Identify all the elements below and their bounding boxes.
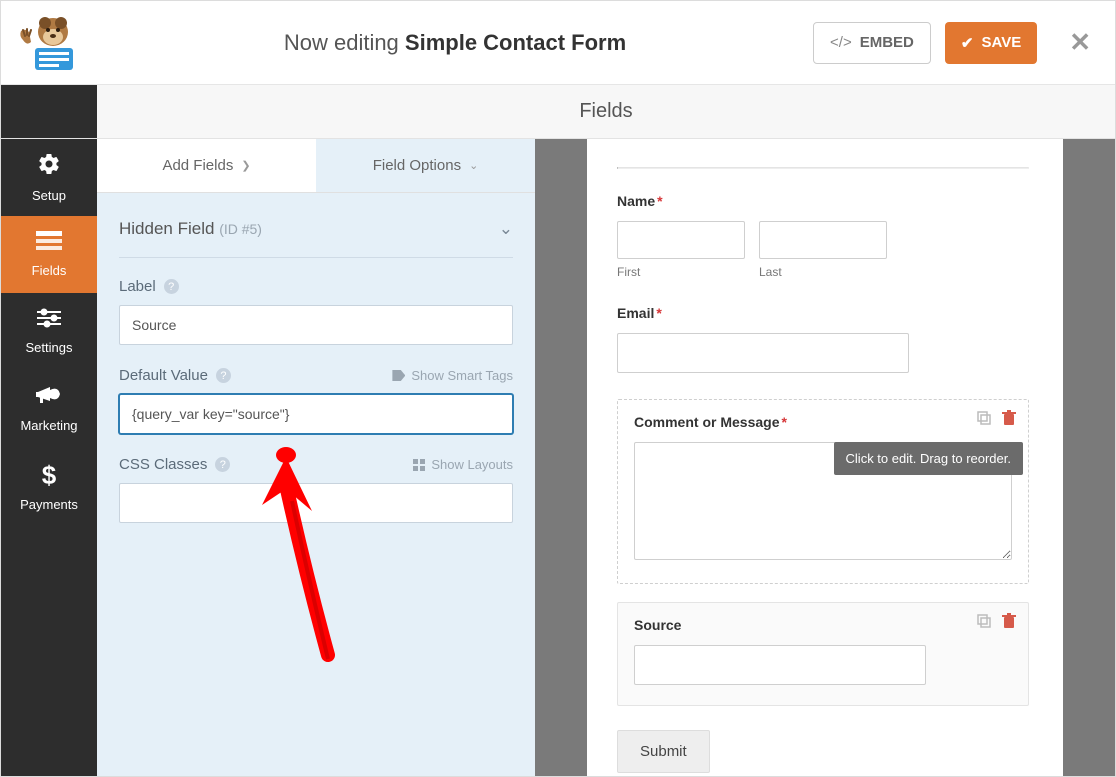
page-title: Now editing Simple Contact Form (97, 30, 813, 56)
last-name-input[interactable] (759, 221, 887, 259)
show-smart-tags-link[interactable]: Show Smart Tags (392, 368, 513, 383)
form-name: Simple Contact Form (405, 30, 626, 55)
required-asterisk: * (781, 414, 786, 430)
sidebar-item-settings[interactable]: Settings (1, 293, 97, 370)
checkmark-icon: ✔ (961, 34, 974, 52)
app-logo (1, 12, 97, 74)
chevron-right-icon: ❯ (241, 159, 250, 172)
css-classes-label: CSS Classes (119, 456, 207, 473)
sidebar-item-fields[interactable]: Fields (1, 216, 97, 293)
close-icon[interactable]: ✕ (1069, 27, 1091, 58)
gutter (1063, 139, 1115, 776)
email-input[interactable] (617, 333, 909, 373)
duplicate-icon[interactable] (976, 410, 992, 431)
required-asterisk: * (656, 305, 661, 321)
field-options-toggle[interactable]: Hidden Field (ID #5) ⌄ (119, 219, 513, 239)
submit-button[interactable]: Submit (617, 730, 710, 773)
sidebar-item-label: Setup (32, 188, 66, 203)
help-icon[interactable]: ? (164, 279, 179, 294)
gutter (535, 139, 587, 776)
css-classes-input[interactable] (119, 483, 513, 523)
help-icon[interactable]: ? (216, 368, 231, 383)
preview-comment-field[interactable]: Comment or Message* Click to edit. Drag … (617, 399, 1029, 584)
trash-icon[interactable] (1002, 410, 1016, 431)
sidebar-item-label: Payments (20, 497, 78, 512)
gear-icon (37, 152, 61, 182)
list-icon (36, 231, 62, 257)
trash-icon[interactable] (1002, 613, 1016, 634)
default-value-label: Default Value (119, 367, 208, 384)
embed-button[interactable]: </> EMBED (813, 22, 931, 64)
save-button[interactable]: ✔ SAVE (945, 22, 1037, 64)
first-name-sublabel: First (617, 265, 745, 279)
preview-email-field[interactable]: Email* (617, 305, 1029, 373)
chevron-down-icon: ⌄ (499, 219, 513, 239)
required-asterisk: * (657, 193, 662, 209)
label-input[interactable] (119, 305, 513, 345)
panel-title: Fields (97, 85, 1115, 139)
sidebar-item-label: Settings (26, 340, 73, 355)
duplicate-icon[interactable] (976, 613, 992, 634)
sliders-icon (37, 308, 61, 334)
sidebar: Setup Fields Settings Marketing (1, 139, 97, 776)
sidebar-item-setup[interactable]: Setup (1, 139, 97, 216)
sidebar-item-label: Fields (32, 263, 67, 278)
sidebar-item-marketing[interactable]: Marketing (1, 370, 97, 447)
editing-prefix: Now editing (284, 30, 405, 55)
source-input[interactable] (634, 645, 926, 685)
dollar-icon: $ (42, 460, 56, 491)
label-field-label: Label (119, 278, 156, 295)
tab-field-options[interactable]: Field Options ⌄ (316, 139, 535, 193)
sidebar-item-payments[interactable]: $ Payments (1, 447, 97, 524)
grid-icon (413, 459, 425, 471)
bullhorn-icon (36, 384, 62, 412)
sidebar-item-label: Marketing (20, 418, 77, 433)
help-icon[interactable]: ? (215, 457, 230, 472)
first-name-input[interactable] (617, 221, 745, 259)
tag-icon (392, 370, 405, 381)
tab-add-fields[interactable]: Add Fields ❯ (97, 139, 316, 193)
chevron-down-icon: ⌄ (469, 159, 478, 172)
app-header: Now editing Simple Contact Form </> EMBE… (1, 1, 1115, 85)
preview-name-field[interactable]: Name* First Last (617, 193, 1029, 279)
code-icon: </> (830, 34, 852, 51)
edit-tooltip: Click to edit. Drag to reorder. (834, 442, 1023, 475)
last-name-sublabel: Last (759, 265, 887, 279)
show-layouts-link[interactable]: Show Layouts (413, 457, 513, 472)
default-value-input[interactable] (119, 394, 513, 434)
preview-source-field[interactable]: Source (617, 602, 1029, 706)
